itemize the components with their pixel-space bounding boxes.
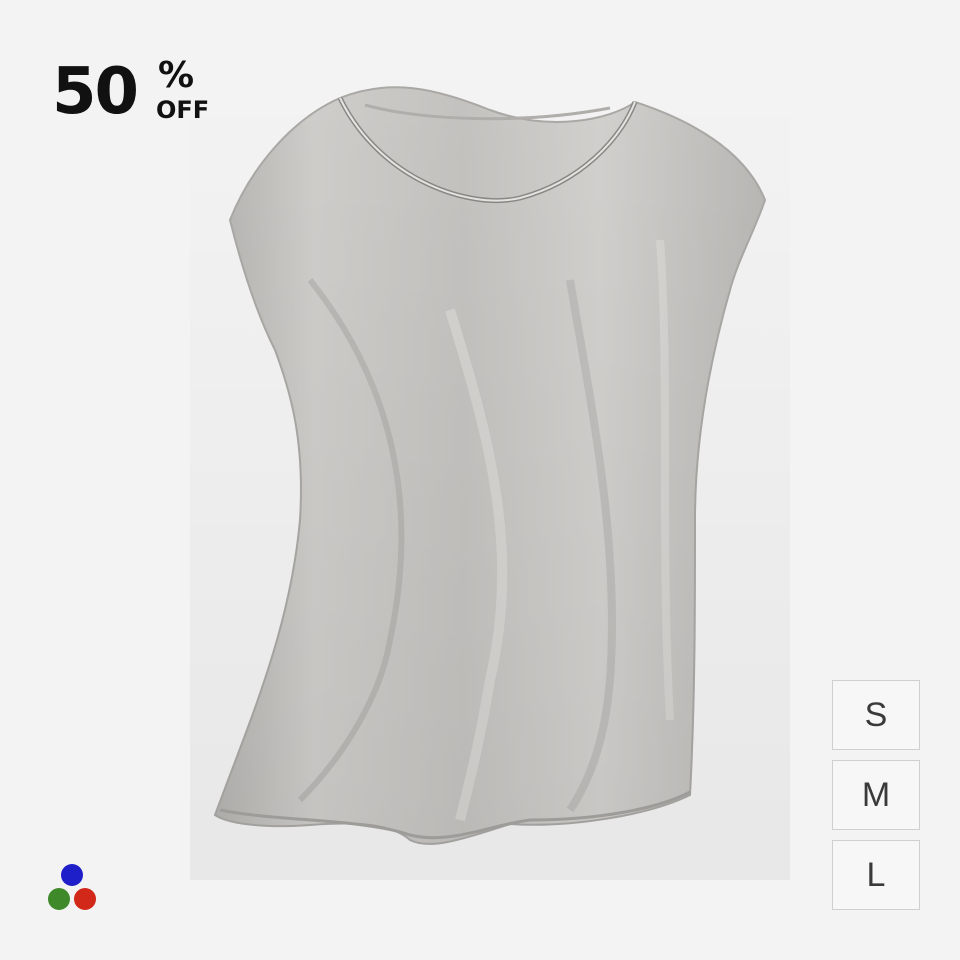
swatch-green[interactable] (48, 888, 70, 910)
size-option-m[interactable]: M (832, 760, 920, 830)
discount-percent-sign: % (158, 55, 195, 96)
product-card: 50 % OFF S M L (0, 0, 960, 960)
sleeveless-top-image (190, 80, 790, 880)
discount-value: 50 (52, 55, 139, 129)
size-option-s[interactable]: S (832, 680, 920, 750)
size-option-l[interactable]: L (832, 840, 920, 910)
color-swatches (46, 862, 102, 914)
size-selector: S M L (832, 680, 922, 920)
swatch-red[interactable] (74, 888, 96, 910)
swatch-blue[interactable] (61, 864, 83, 886)
